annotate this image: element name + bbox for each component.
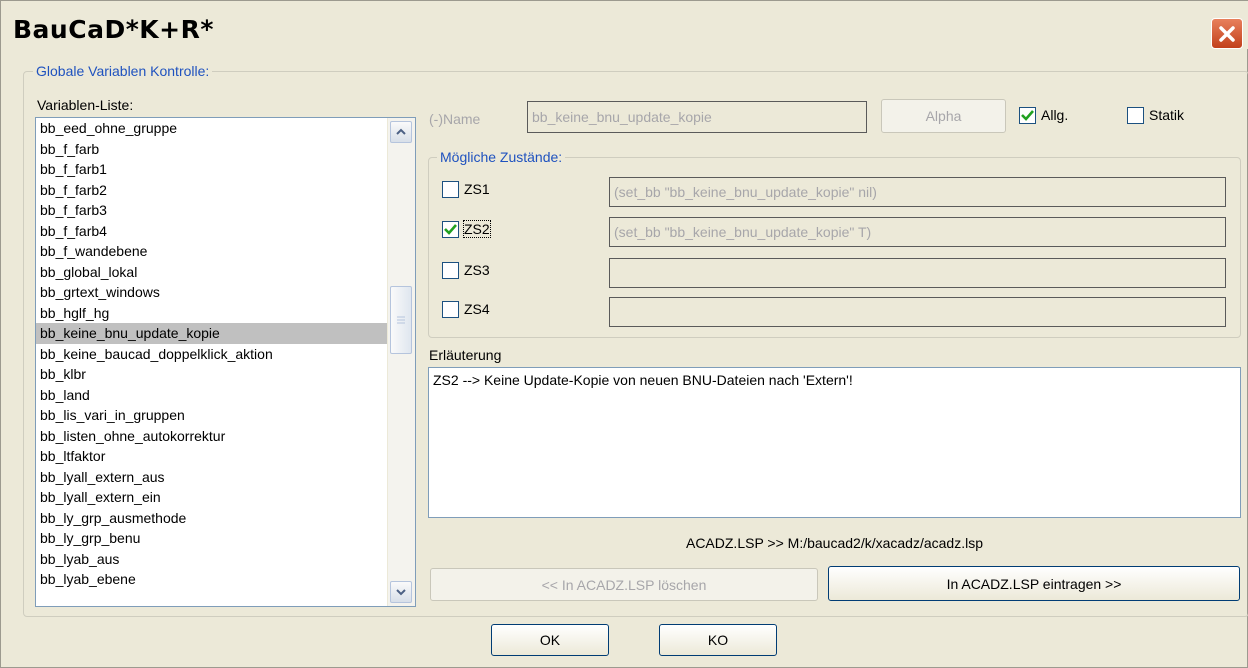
states-legend: Mögliche Zustände:	[437, 149, 566, 165]
variable-listbox[interactable]: bb_eed_ohne_gruppe bb_f_farb bb_f_farb1 bb_…	[35, 117, 416, 607]
list-item[interactable]: bb_hglf_hg	[36, 303, 415, 324]
close-button[interactable]	[1211, 18, 1243, 49]
list-item[interactable]: bb_lis_vari_in_gruppen	[36, 405, 415, 426]
explanation-textarea[interactable]: ZS2 --> Keine Update-Kopie von neuen BNU…	[428, 367, 1241, 518]
list-item[interactable]: bb_ltfaktor	[36, 446, 415, 467]
explanation-label: Erläuterung	[429, 347, 502, 363]
state-value-field-2[interactable]: (set_bb "bb_keine_bnu_update_kopie" T)	[609, 217, 1226, 247]
close-icon	[1219, 25, 1235, 42]
allg-checkbox[interactable]	[1019, 107, 1036, 124]
allg-label: Allg.	[1041, 107, 1069, 123]
window-title: BauCaD*K+R*	[13, 15, 214, 44]
delete-from-acadz-button[interactable]: << In ACADZ.LSP löschen	[430, 568, 818, 601]
state-value-field-4[interactable]	[609, 297, 1226, 327]
title-bar: BauCaD*K+R*	[1, 1, 1248, 49]
alpha-button[interactable]: Alpha	[881, 99, 1006, 133]
list-item[interactable]: bb_keine_baucad_doppelklick_aktion	[36, 344, 415, 365]
chevron-down-icon	[396, 589, 406, 596]
ko-button[interactable]: KO	[659, 624, 777, 656]
list-item[interactable]: bb_lyall_extern_ein	[36, 487, 415, 508]
global-variables-legend: Globale Variablen Kontrolle:	[33, 63, 213, 79]
state-value-field-3[interactable]	[609, 258, 1226, 288]
state-label-4: ZS4	[464, 301, 490, 317]
list-item[interactable]: bb_grtext_windows	[36, 282, 415, 303]
list-item[interactable]: bb_f_farb3	[36, 200, 415, 221]
state-label-2: ZS2	[463, 220, 491, 238]
chevron-up-icon	[396, 128, 406, 135]
state-value-field-1[interactable]: (set_bb "bb_keine_bnu_update_kopie" nil)	[609, 177, 1226, 207]
variable-list-items: bb_eed_ohne_gruppe bb_f_farb bb_f_farb1 bb_…	[36, 118, 415, 590]
statik-checkbox[interactable]	[1127, 107, 1144, 124]
grip-icon	[397, 316, 405, 324]
scroll-up-button[interactable]	[390, 121, 412, 143]
statik-label: Statik	[1149, 107, 1185, 123]
list-item[interactable]: bb_klbr	[36, 364, 415, 385]
dialog-window: BauCaD*K+R* Globale Variablen Kontrolle:…	[0, 0, 1248, 668]
list-item[interactable]: bb_global_lokal	[36, 262, 415, 283]
list-item[interactable]: bb_lyab_ebene	[36, 569, 415, 590]
name-label: (-)Name	[429, 111, 481, 127]
list-item[interactable]: bb_keine_bnu_update_kopie	[36, 323, 415, 344]
ok-button[interactable]: OK	[491, 624, 609, 656]
list-item[interactable]: bb_listen_ohne_autokorrektur	[36, 426, 415, 447]
scroll-down-button[interactable]	[390, 581, 412, 603]
list-item[interactable]: bb_f_farb1	[36, 159, 415, 180]
acadz-path-text: ACADZ.LSP >> M:/baucad2/k/xacadz/acadz.l…	[685, 535, 983, 551]
list-item[interactable]: bb_f_farb	[36, 139, 415, 160]
name-field[interactable]: bb_keine_bnu_update_kopie	[527, 101, 867, 133]
variable-list-label: Variablen-Liste:	[37, 97, 134, 113]
list-item[interactable]: bb_ly_grp_benu	[36, 528, 415, 549]
list-item[interactable]: bb_lyab_aus	[36, 549, 415, 570]
list-item[interactable]: bb_f_wandebene	[36, 241, 415, 262]
list-item[interactable]: bb_ly_grp_ausmethode	[36, 508, 415, 529]
state-checkbox-3[interactable]	[442, 262, 459, 279]
state-checkbox-2[interactable]	[442, 221, 459, 238]
list-item[interactable]: bb_lyall_extern_aus	[36, 467, 415, 488]
state-checkbox-1[interactable]	[442, 181, 459, 198]
list-scrollbar[interactable]	[387, 118, 415, 606]
list-item[interactable]: bb_land	[36, 385, 415, 406]
insert-into-acadz-button[interactable]: In ACADZ.LSP eintragen >>	[828, 566, 1240, 601]
list-item[interactable]: bb_f_farb4	[36, 221, 415, 242]
state-label-1: ZS1	[464, 181, 490, 197]
checkmark-icon	[1021, 110, 1034, 121]
state-label-3: ZS3	[464, 262, 490, 278]
list-item[interactable]: bb_eed_ohne_gruppe	[36, 118, 415, 139]
scroll-thumb[interactable]	[390, 286, 412, 354]
state-checkbox-4[interactable]	[442, 301, 459, 318]
list-item[interactable]: bb_f_farb2	[36, 180, 415, 201]
checkmark-icon	[444, 224, 457, 235]
